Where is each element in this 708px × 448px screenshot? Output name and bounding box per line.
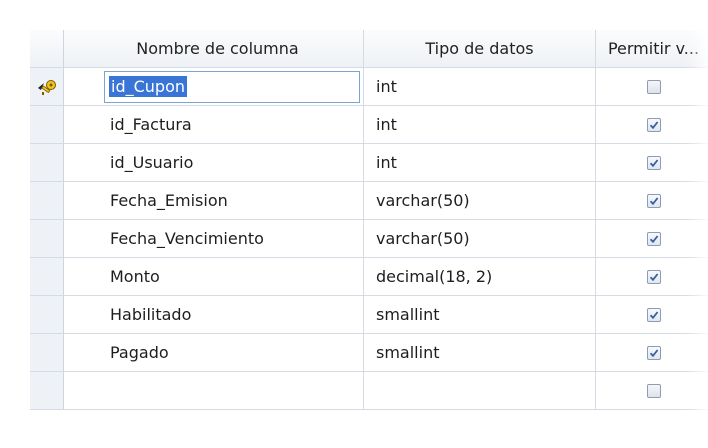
checkmark-icon [649, 272, 658, 281]
checkmark-icon [649, 234, 658, 243]
row-selector[interactable] [30, 106, 64, 144]
data-type-cell[interactable]: smallint [364, 296, 596, 334]
column-name-cell[interactable]: Monto [64, 258, 364, 296]
data-type-cell[interactable]: varchar(50) [364, 182, 596, 220]
column-name-cell[interactable] [64, 372, 364, 410]
allow-nulls-cell [596, 334, 708, 372]
allow-nulls-checkbox[interactable] [646, 79, 661, 94]
allow-nulls-checkbox[interactable] [646, 383, 661, 398]
header-column-name[interactable]: Nombre de columna [64, 30, 364, 68]
data-type-cell[interactable]: int [364, 106, 596, 144]
checkmark-icon [649, 120, 658, 129]
data-type-cell[interactable]: varchar(50) [364, 220, 596, 258]
table-row[interactable]: id_Usuario int [30, 144, 708, 182]
rows-container: id_Cupon int id_Factura int id_Usuario int Fec… [30, 68, 708, 410]
table-row[interactable]: Fecha_Vencimiento varchar(50) [30, 220, 708, 258]
header-row: Nombre de columna Tipo de datos Permitir… [30, 30, 708, 68]
checkmark-icon [649, 348, 658, 357]
column-name-cell[interactable]: Fecha_Emision [64, 182, 364, 220]
header-allow-nulls[interactable]: Permitir v... [596, 30, 708, 68]
checkmark-icon [649, 196, 658, 205]
column-grid: Nombre de columna Tipo de datos Permitir… [30, 30, 708, 410]
primary-key-icon [38, 80, 56, 95]
checkmark-icon [649, 310, 658, 319]
column-name-cell[interactable]: Habilitado [64, 296, 364, 334]
table-row[interactable]: Habilitado smallint [30, 296, 708, 334]
allow-nulls-checkbox[interactable] [646, 345, 661, 360]
allow-nulls-cell [596, 182, 708, 220]
column-name-cell[interactable]: Fecha_Vencimiento [64, 220, 364, 258]
table-row[interactable]: Fecha_Emision varchar(50) [30, 182, 708, 220]
column-name-cell[interactable]: Pagado [64, 334, 364, 372]
allow-nulls-checkbox[interactable] [646, 193, 661, 208]
table-row[interactable]: Monto decimal(18, 2) [30, 258, 708, 296]
column-name-cell[interactable]: id_Factura [64, 106, 364, 144]
allow-nulls-cell [596, 372, 708, 410]
allow-nulls-checkbox[interactable] [646, 231, 661, 246]
data-type-cell[interactable]: smallint [364, 334, 596, 372]
row-selector[interactable] [30, 372, 64, 410]
row-selector[interactable] [30, 296, 64, 334]
allow-nulls-cell [596, 68, 708, 106]
column-name-cell[interactable]: id_Usuario [64, 144, 364, 182]
data-type-cell[interactable]: int [364, 68, 596, 106]
column-name-input[interactable]: id_Cupon [104, 70, 360, 103]
allow-nulls-checkbox[interactable] [646, 155, 661, 170]
table-row[interactable]: id_Cupon int [30, 68, 708, 106]
table-row[interactable]: Pagado smallint [30, 334, 708, 372]
row-selector[interactable] [30, 220, 64, 258]
allow-nulls-checkbox[interactable] [646, 269, 661, 284]
data-type-cell[interactable]: decimal(18, 2) [364, 258, 596, 296]
header-selector [30, 30, 64, 68]
row-selector[interactable] [30, 68, 64, 106]
allow-nulls-cell [596, 296, 708, 334]
checkmark-icon [649, 158, 658, 167]
allow-nulls-checkbox[interactable] [646, 307, 661, 322]
data-type-cell[interactable]: int [364, 144, 596, 182]
column-name-cell[interactable]: id_Cupon [64, 68, 364, 106]
row-selector[interactable] [30, 144, 64, 182]
allow-nulls-cell [596, 144, 708, 182]
table-row[interactable] [30, 372, 708, 410]
allow-nulls-checkbox[interactable] [646, 117, 661, 132]
table-designer: Nombre de columna Tipo de datos Permitir… [0, 0, 708, 448]
allow-nulls-cell [596, 258, 708, 296]
table-row[interactable]: id_Factura int [30, 106, 708, 144]
row-selector[interactable] [30, 334, 64, 372]
allow-nulls-cell [596, 220, 708, 258]
data-type-cell[interactable] [364, 372, 596, 410]
row-selector[interactable] [30, 182, 64, 220]
allow-nulls-cell [596, 106, 708, 144]
row-selector[interactable] [30, 258, 64, 296]
header-data-type[interactable]: Tipo de datos [364, 30, 596, 68]
selected-text: id_Cupon [109, 76, 187, 97]
